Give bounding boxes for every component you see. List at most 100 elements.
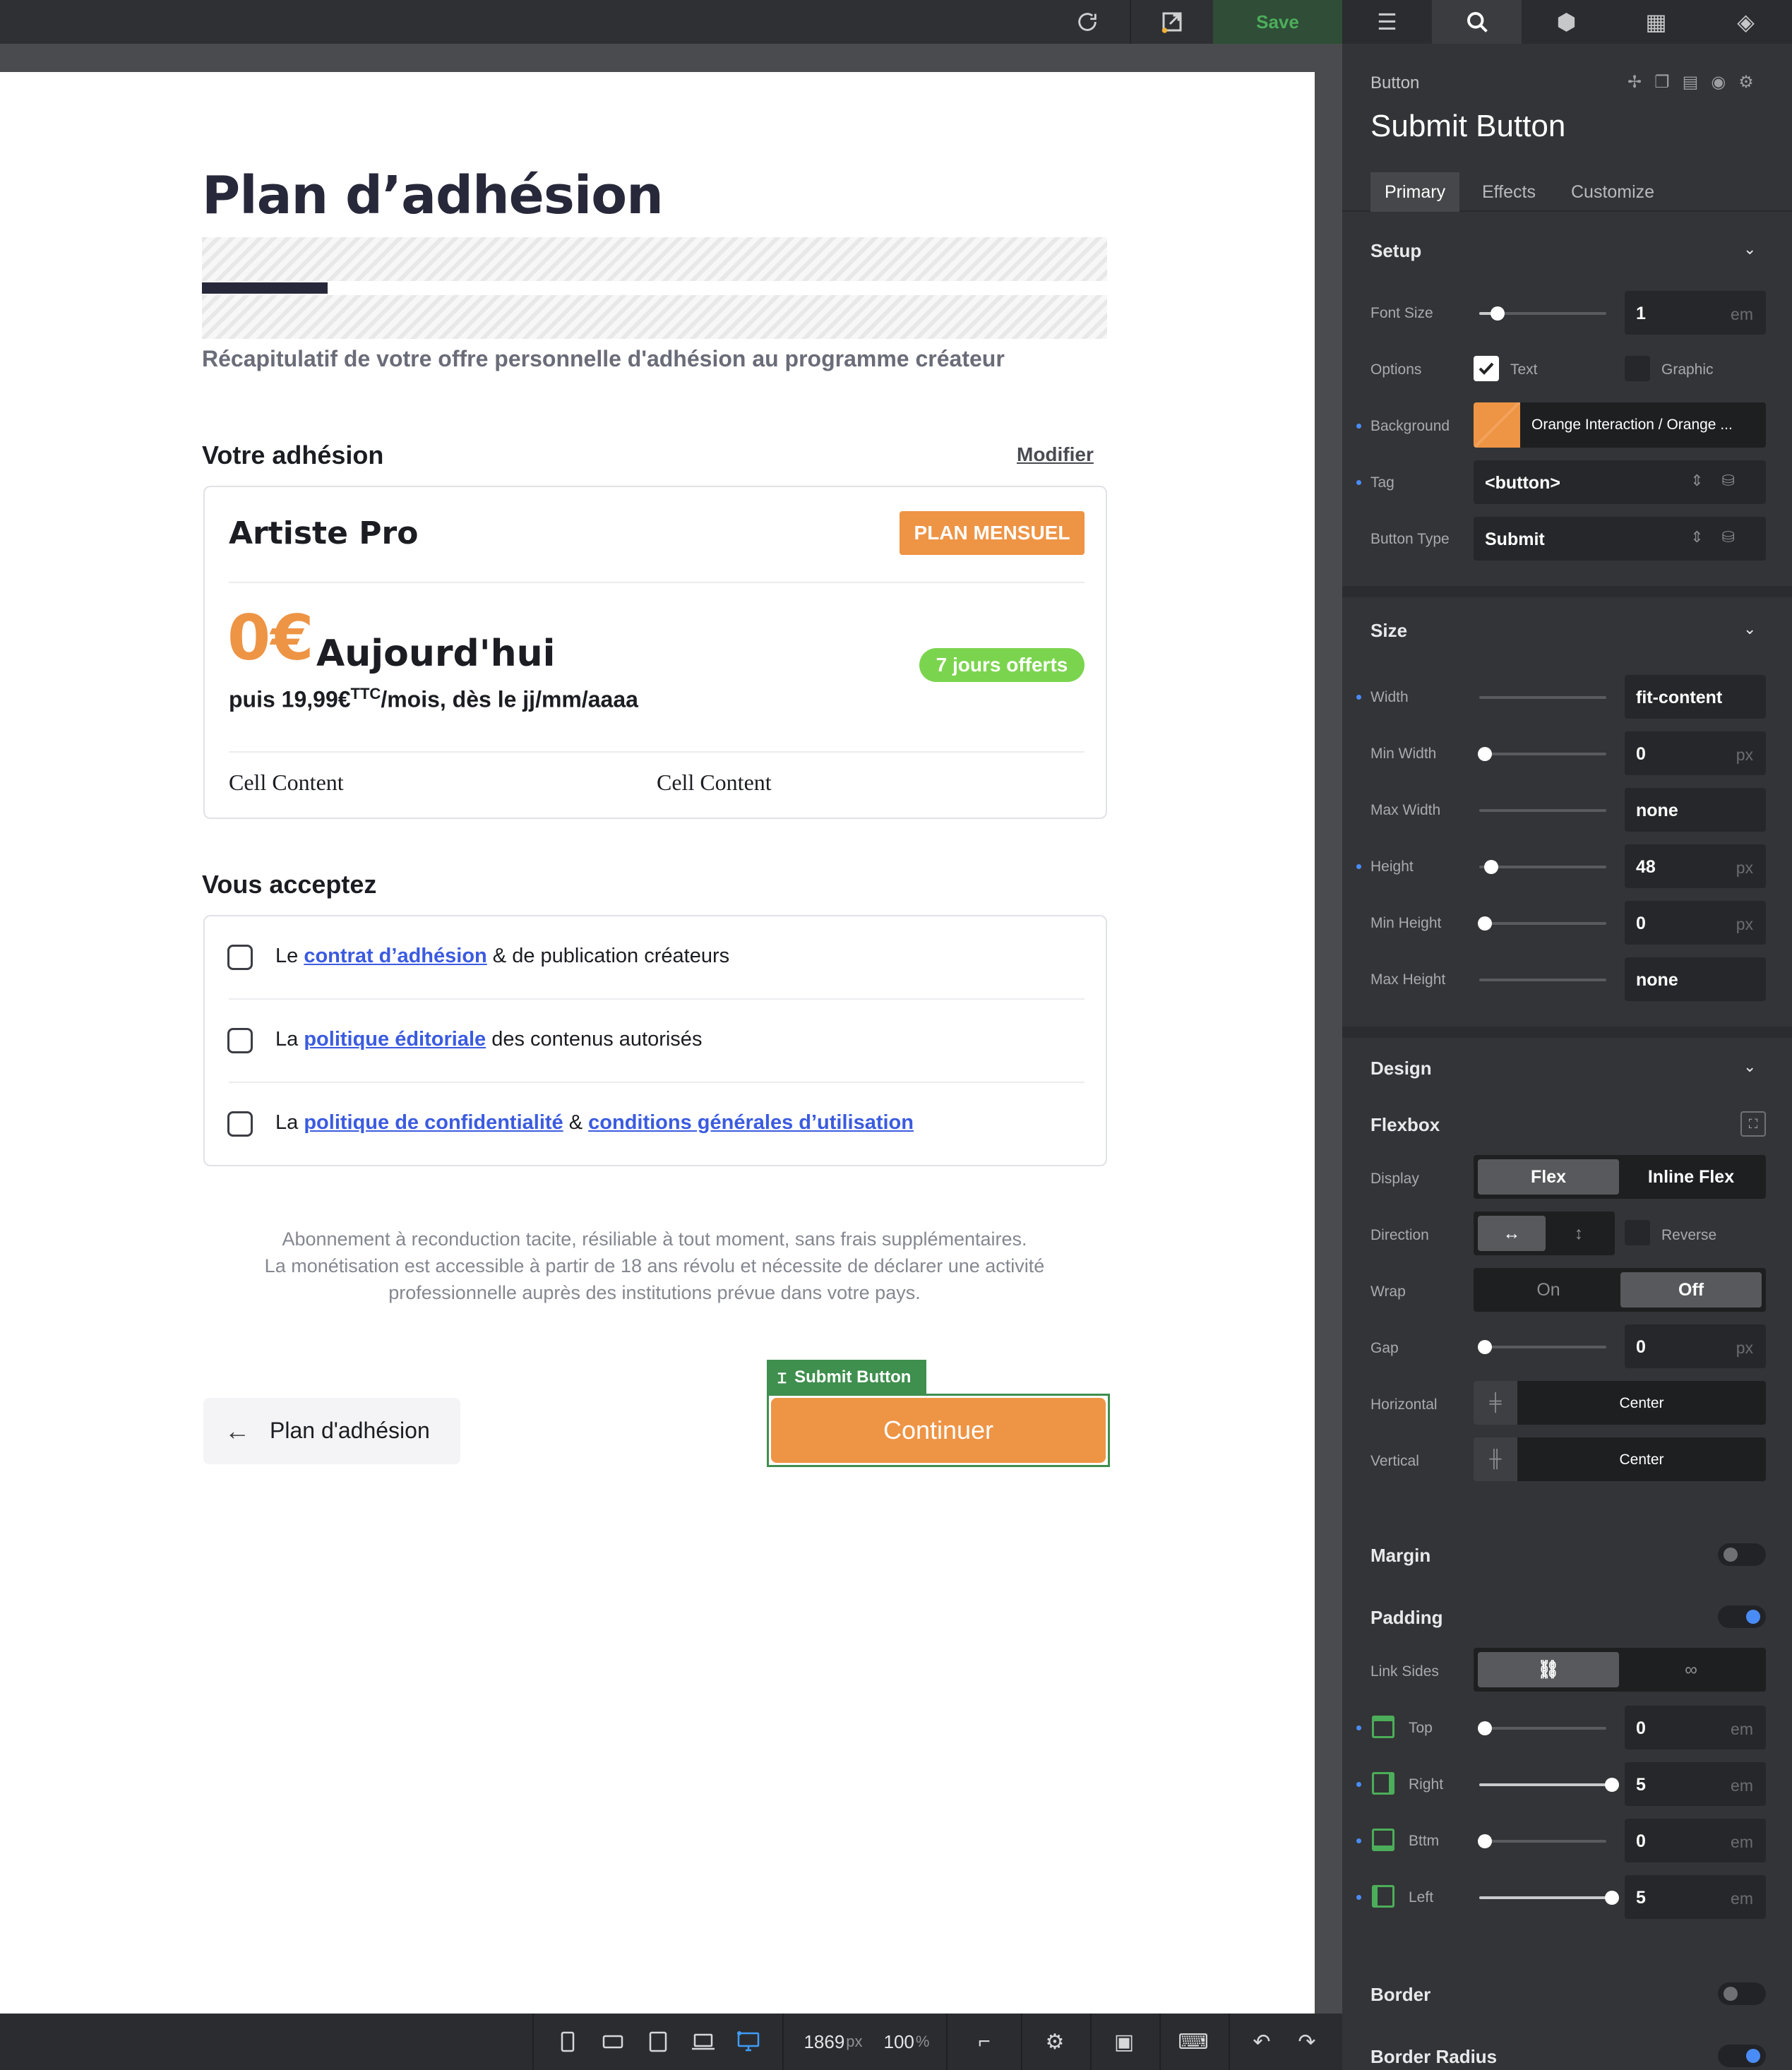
button-type-select[interactable]: Submit ⇕⛁ [1474,517,1766,561]
design-heading[interactable]: Design [1370,1058,1432,1079]
modify-link[interactable]: Modifier [1017,443,1094,466]
tablet-button[interactable] [641,2014,675,2070]
wrap-on-option[interactable]: On [1478,1272,1619,1308]
background-color-field[interactable]: Orange Interaction / Orange ... [1520,402,1766,448]
padding-input[interactable]: 0 em [1625,1819,1766,1862]
subtab-customize[interactable]: Customize [1571,172,1654,212]
slider-knob[interactable] [1478,1721,1492,1735]
delete-icon[interactable]: ▤ [1683,73,1712,92]
editorial-checkbox[interactable] [227,1028,253,1053]
slider-knob[interactable] [1478,1834,1492,1848]
privacy-checkbox[interactable] [227,1111,253,1137]
display-flex-option[interactable]: Flex [1478,1159,1619,1195]
size-heading[interactable]: Size [1370,620,1407,642]
flexbox-inspect-icon[interactable]: ⛶ [1740,1111,1766,1137]
padding-input[interactable]: 5 em [1625,1762,1766,1806]
reverse-checkbox[interactable] [1625,1220,1650,1245]
move-icon[interactable]: ✢ [1627,73,1654,92]
slider-knob[interactable] [1478,1340,1492,1354]
tab-layouts[interactable]: ▦ [1611,0,1701,44]
border-radius-toggle[interactable] [1718,2045,1766,2067]
mobile-portrait-button[interactable] [551,2014,585,2070]
terms-of-use-link[interactable]: conditions générales d’utilisation [588,1111,914,1134]
undo-button[interactable]: ↶ [1244,2014,1279,2070]
redo-button[interactable]: ↷ [1289,2014,1325,2070]
laptop-button[interactable] [686,2014,720,2070]
subtab-primary[interactable]: Primary [1370,172,1460,212]
size-input[interactable]: fit-content [1625,675,1766,719]
slider-knob[interactable] [1478,747,1492,761]
mobile-landscape-button[interactable] [596,2014,630,2070]
slider-knob[interactable] [1605,1778,1619,1792]
continue-button[interactable]: Continuer [771,1398,1106,1463]
tab-components[interactable]: ⬢ [1522,0,1611,44]
visibility-icon[interactable]: ◉ [1711,73,1738,92]
selection-tag[interactable]: Ɪ Submit Button [767,1360,926,1395]
option-text-checkbox[interactable] [1474,356,1499,381]
editorial-policy-link[interactable]: politique éditoriale [304,1028,486,1051]
refresh-button[interactable] [1045,0,1130,44]
size-slider[interactable] [1478,916,1606,931]
size-slider[interactable] [1479,979,1606,981]
media-button[interactable]: ▣ [1103,2014,1145,2070]
canvas-width-readout[interactable]: 1869 px [798,2014,868,2070]
duplicate-icon[interactable]: ❐ [1654,73,1683,92]
size-input[interactable]: none [1625,788,1766,832]
contract-link[interactable]: contrat d’adhésion [304,945,486,967]
size-input[interactable]: 0 px [1625,731,1766,775]
padding-input[interactable]: 0 em [1625,1706,1766,1749]
zoom-readout[interactable]: 100% [878,2014,935,2070]
chevron-down-icon[interactable]: ⌄ [1743,620,1756,638]
horizontal-align-select[interactable]: ╪ Center [1474,1381,1766,1425]
slider-knob[interactable] [1478,916,1492,931]
desktop-button[interactable] [731,2014,765,2070]
padding-slider[interactable] [1479,1778,1619,1792]
chevron-down-icon[interactable]: ⌄ [1743,1058,1756,1076]
padding-slider[interactable] [1478,1721,1606,1735]
slider-knob[interactable] [1491,306,1505,321]
tab-layers[interactable]: ◈ [1701,0,1791,44]
size-input[interactable]: 48 px [1625,844,1766,888]
background-color-swatch[interactable] [1474,402,1520,448]
gap-slider[interactable] [1478,1340,1606,1354]
direction-column-option[interactable]: ↕ [1547,1216,1611,1251]
slider-knob[interactable] [1484,860,1498,874]
save-button[interactable]: Save [1213,0,1342,44]
size-slider[interactable] [1479,696,1606,699]
display-inline-flex-option[interactable]: Inline Flex [1620,1159,1762,1195]
margin-toggle[interactable] [1718,1543,1766,1566]
setup-heading[interactable]: Setup [1370,240,1421,262]
wrap-off-option[interactable]: Off [1620,1272,1762,1308]
tag-select[interactable]: <button> ⇕⛁ [1474,460,1766,504]
gap-input[interactable]: 0 px [1625,1324,1766,1368]
tab-search[interactable] [1432,0,1522,44]
padding-input[interactable]: 5 em [1625,1875,1766,1919]
gear-icon[interactable]: ⚙ [1738,73,1767,92]
chevron-down-icon[interactable]: ⌄ [1743,240,1756,258]
padding-slider[interactable] [1478,1834,1606,1848]
privacy-policy-link[interactable]: politique de confidentialité [304,1111,563,1134]
padding-toggle[interactable] [1718,1605,1766,1628]
subtab-effects[interactable]: Effects [1482,172,1536,212]
tab-structure[interactable]: ☰ [1342,0,1432,44]
size-slider[interactable] [1478,747,1606,761]
terms-checkbox[interactable] [227,945,253,970]
border-toggle[interactable] [1718,1982,1766,2005]
size-slider[interactable] [1479,860,1606,874]
link-sides-option[interactable]: ∞ [1620,1652,1762,1687]
code-button[interactable]: ⌨ [1172,2014,1214,2070]
back-button[interactable]: ← Plan d'adhésion [203,1398,460,1464]
unlink-sides-option[interactable]: ⛓ [1478,1652,1619,1687]
option-graphic-checkbox[interactable] [1625,356,1650,381]
vertical-align-select[interactable]: ╫ Center [1474,1437,1766,1481]
slider-knob[interactable] [1605,1891,1619,1905]
styles-button[interactable]: ⌐ [963,2014,1005,2070]
font-size-slider[interactable] [1479,306,1606,321]
padding-slider[interactable] [1479,1891,1619,1905]
settings-button[interactable]: ⚙ [1034,2014,1076,2070]
size-input[interactable]: 0 px [1625,901,1766,945]
font-size-input[interactable]: 1 em [1625,291,1766,335]
direction-row-option[interactable]: ↔ [1478,1216,1546,1251]
export-button[interactable] [1131,0,1213,44]
size-input[interactable]: none [1625,957,1766,1001]
